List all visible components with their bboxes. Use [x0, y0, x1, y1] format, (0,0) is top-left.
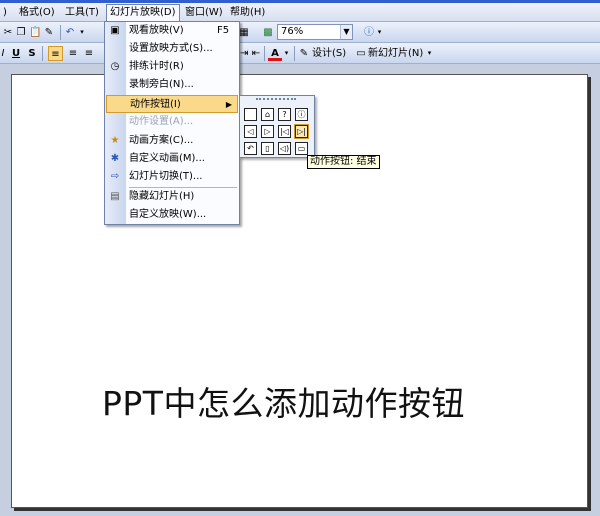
zoom-select[interactable]: 76% ▼ [277, 24, 353, 40]
menu-item-action-buttons[interactable]: 动作按钮(I) ▶ [106, 95, 238, 113]
menu-item-label: 观看放映(V) [129, 25, 184, 36]
menu-bar: ) 格式(O) 工具(T) 幻灯片放映(D) 窗口(W) 帮助(H) [0, 3, 600, 22]
transition-icon: ⇨ [110, 171, 120, 182]
indent-icon[interactable]: ⇥ [240, 46, 248, 61]
palette-drag-handle[interactable] [256, 98, 296, 101]
action-button-end[interactable]: ▷| [294, 124, 309, 139]
align-left-icon[interactable]: ≡ [48, 46, 63, 61]
hide-slide-icon: ▤ [110, 191, 120, 202]
undo-dropdown-icon[interactable]: ▾ [78, 25, 86, 40]
menu-fragment[interactable]: ) [0, 5, 10, 20]
formatting-toolbar: I U S ≡ ≡ ≡ ⇥ ⇤ A ▾ ✎ 设计(S) ▭ 新幻灯片(N) ▾ [0, 43, 600, 64]
menu-window[interactable]: 窗口(W) [182, 5, 226, 20]
slide-title[interactable]: PPT中怎么添加动作按钮 [12, 377, 587, 425]
action-button-return[interactable]: ↶ [244, 142, 257, 155]
action-button-document[interactable]: ▯ [261, 142, 274, 155]
menu-item-animation-schemes[interactable]: ★ 动画方案(C)... [105, 132, 239, 150]
action-button-beginning[interactable]: |◁ [278, 125, 291, 138]
action-buttons-palette: ⌂ ? ⓘ ◁ ▷ |◁ ▷| ↶ ▯ ◁) ▭ [239, 95, 315, 158]
menu-item-label: 动画方案(C)... [129, 135, 194, 146]
chevron-down-icon[interactable]: ▾ [283, 46, 290, 61]
menu-item-action-settings: 动作设置(A)... [105, 113, 239, 131]
menu-item-slide-transition[interactable]: ⇨ 幻灯片切换(T)... [105, 168, 239, 186]
undo-icon[interactable]: ↶ [64, 25, 76, 40]
menu-item-label: 幻灯片切换(T)... [129, 171, 203, 182]
menu-item-label: 自定义放映(W)... [129, 209, 207, 220]
toolbar-separator [60, 25, 61, 40]
cut-icon[interactable]: ✂ [2, 25, 14, 40]
action-button-forward[interactable]: ▷ [261, 125, 274, 138]
menu-item-set-up-show[interactable]: 设置放映方式(S)... [105, 40, 239, 58]
toolbar-separator [264, 46, 265, 61]
action-button-tooltip: 动作按钮: 结束 [307, 155, 380, 169]
align-right-icon[interactable]: ≡ [82, 46, 96, 61]
projector-icon: ▣ [110, 25, 120, 36]
toolbar-separator [42, 46, 43, 61]
action-button-sound[interactable]: ◁) [278, 142, 291, 155]
new-slide-icon: ▭ [356, 48, 366, 59]
outdent-icon[interactable]: ⇤ [250, 46, 262, 61]
menu-help[interactable]: 帮助(H) [227, 5, 268, 20]
action-button-help[interactable]: ? [278, 108, 291, 121]
clock-icon: ◷ [110, 61, 120, 72]
menu-item-view-show[interactable]: ▣ 观看放映(V) F5 [105, 22, 239, 40]
submenu-arrow-icon: ▶ [225, 100, 232, 109]
animation-icon: ✱ [110, 153, 120, 164]
grayscale-icon[interactable]: ▩ [262, 25, 274, 40]
action-button-information[interactable]: ⓘ [295, 108, 308, 121]
menu-tools[interactable]: 工具(T) [62, 5, 102, 20]
italic-icon[interactable]: I [0, 46, 6, 61]
design-button[interactable]: 设计(S) [312, 46, 354, 61]
menu-item-label: 录制旁白(N)... [129, 79, 194, 90]
shadow-button[interactable]: S [26, 46, 38, 61]
format-painter-icon[interactable]: ✎ [43, 25, 55, 40]
font-color-button[interactable]: A [268, 46, 282, 61]
menu-item-label: 自定义动画(M)... [129, 153, 205, 164]
new-slide-button[interactable]: 新幻灯片(N) [368, 46, 424, 61]
standard-toolbar: ✂ ❐ 📋 ✎ ↶ ▾ ▦ ▩ 76% ▼ ⓘ ▾ [0, 22, 600, 43]
menu-item-record-narration[interactable]: 录制旁白(N)... [105, 76, 239, 94]
toolbar-options-icon[interactable]: ▾ [376, 25, 383, 40]
action-button-custom[interactable] [244, 108, 257, 121]
underline-button[interactable]: U [10, 46, 22, 61]
action-button-home[interactable]: ⌂ [261, 108, 274, 121]
slideshow-menu: ▣ 观看放映(V) F5 设置放映方式(S)... ◷ 排练计时(R) 录制旁白… [104, 21, 240, 225]
chevron-down-icon[interactable]: ▼ [340, 25, 352, 39]
menu-item-hide-slide[interactable]: ▤ 隐藏幻灯片(H) [105, 188, 239, 206]
toolbar-separator [294, 46, 295, 61]
copy-icon[interactable]: ❐ [15, 25, 27, 40]
action-button-back[interactable]: ◁ [244, 125, 257, 138]
menu-item-custom-animation[interactable]: ✱ 自定义动画(M)... [105, 150, 239, 168]
zoom-value: 76% [281, 26, 304, 37]
star-icon: ★ [110, 135, 120, 146]
menu-item-shortcut: F5 [217, 25, 230, 36]
menu-item-label: 动作设置(A)... [129, 116, 194, 127]
action-button-movie[interactable]: ▭ [295, 142, 308, 155]
menu-item-custom-shows[interactable]: 自定义放映(W)... [105, 206, 239, 224]
menu-format[interactable]: 格式(O) [16, 5, 58, 20]
align-center-icon[interactable]: ≡ [66, 46, 80, 61]
paste-icon[interactable]: 📋 [29, 25, 41, 40]
help-icon[interactable]: ⓘ [362, 25, 376, 40]
menu-item-label: 设置放映方式(S)... [129, 43, 213, 54]
menu-item-rehearse-timings[interactable]: ◷ 排练计时(R) [105, 58, 239, 76]
toolbar-options-icon[interactable]: ▾ [426, 46, 433, 61]
menu-item-label: 隐藏幻灯片(H) [129, 191, 195, 202]
design-icon: ✎ [299, 48, 309, 59]
menu-item-label: 动作按钮(I) [130, 99, 181, 110]
menu-slideshow[interactable]: 幻灯片放映(D) [106, 4, 180, 22]
menu-item-label: 排练计时(R) [129, 61, 184, 72]
